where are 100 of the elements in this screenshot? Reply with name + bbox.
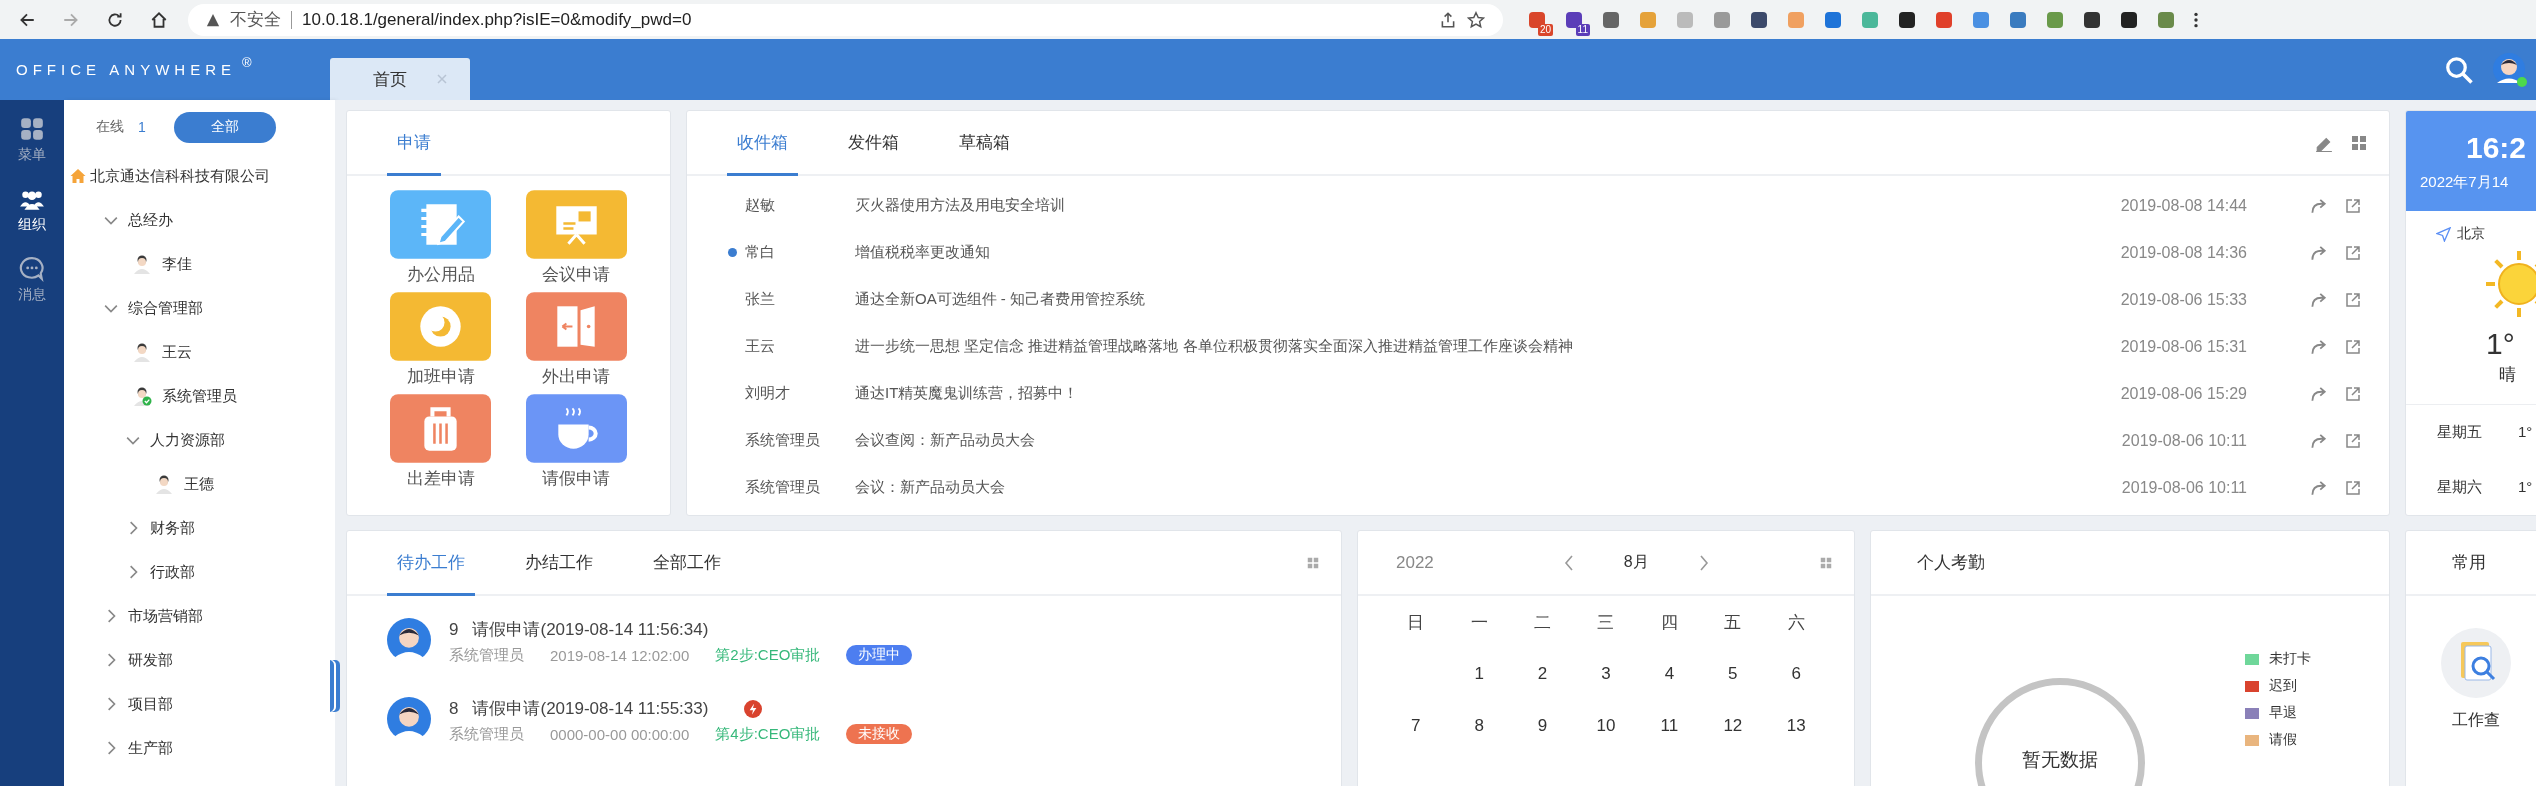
department-item[interactable]: 生产部 <box>128 738 173 758</box>
mail-time: 2019-08-06 15:31 <box>2120 337 2247 356</box>
empty-text: 暂无数据 <box>2022 748 2098 772</box>
external-link-icon[interactable] <box>2345 385 2361 402</box>
page-tab[interactable]: 首页 <box>330 58 470 100</box>
warning-icon <box>206 12 220 27</box>
shortcut-label[interactable]: 工作查 <box>2452 710 2500 731</box>
mail-sender: 系统管理员 <box>745 431 821 450</box>
external-link-icon[interactable] <box>2345 432 2361 449</box>
app-label[interactable]: 办公用品 <box>406 263 475 286</box>
nav-item[interactable]: 消息 <box>18 256 46 304</box>
app-label[interactable]: 会议申请 <box>542 263 611 286</box>
work-title[interactable]: 请假申请(2019-08-14 11:55:33) <box>472 697 709 720</box>
sidebar-toggle[interactable] <box>330 660 340 712</box>
company-item[interactable]: 北京通达信科科技有限公司 <box>90 166 270 186</box>
external-link-icon[interactable] <box>2345 197 2361 214</box>
calendar-day[interactable]: 2 <box>1510 648 1575 700</box>
person-item[interactable]: 系统管理员 <box>162 386 237 406</box>
next-icon[interactable] <box>1698 554 1709 571</box>
mail-subject[interactable]: 通达IT精英魔鬼训练营，招募中！ <box>855 384 2121 403</box>
reload-icon[interactable] <box>106 10 124 29</box>
nav-item[interactable]: 组织 <box>18 186 46 234</box>
person-item[interactable]: 李佳 <box>162 254 192 274</box>
grid-icon[interactable] <box>1820 556 1832 569</box>
all-button[interactable]: 全部 <box>173 111 276 143</box>
app-tile-icon[interactable] <box>390 394 492 463</box>
grid-icon[interactable] <box>2351 134 2367 151</box>
external-link-icon[interactable] <box>2345 291 2361 308</box>
external-link-icon[interactable] <box>2345 338 2361 355</box>
mail-tab[interactable]: 收件箱 <box>727 111 798 176</box>
extension-icon[interactable] <box>1749 9 1769 30</box>
extension-icon[interactable] <box>2119 9 2139 30</box>
app-tile-icon[interactable] <box>525 190 627 259</box>
calendar-day[interactable]: 9 <box>1510 700 1575 752</box>
mail-subject[interactable]: 灭火器使用方法及用电安全培训 <box>855 196 2121 215</box>
grid-icon[interactable] <box>1307 556 1319 569</box>
work-title[interactable]: 请假申请(2019-08-14 11:56:34) <box>472 618 709 641</box>
mail-subject[interactable]: 增值税税率更改通知 <box>855 243 2121 262</box>
calendar-day[interactable]: 12 <box>1701 700 1765 752</box>
star-icon[interactable] <box>1467 10 1485 29</box>
grid-icon <box>19 116 45 142</box>
calendar-day[interactable]: 3 <box>1574 648 1638 700</box>
work-tab[interactable]: 办结工作 <box>515 531 603 596</box>
department-item[interactable]: 研发部 <box>128 650 173 670</box>
app-tile-icon[interactable] <box>525 394 627 463</box>
work-user: 系统管理员 <box>449 645 524 665</box>
calendar-day[interactable]: 1 <box>1447 648 1511 700</box>
registered-mark: ® <box>242 55 252 70</box>
mail-subject[interactable]: 会议：新产品动员大会 <box>855 478 2122 497</box>
app-label[interactable]: 出差申请 <box>406 467 475 490</box>
department-item[interactable]: 市场营销部 <box>128 606 203 626</box>
online-label: 在线 <box>96 118 124 136</box>
app-label[interactable]: 外出申请 <box>542 365 611 388</box>
work-tab[interactable]: 待办工作 <box>387 531 475 596</box>
mail-tab[interactable]: 发件箱 <box>838 111 909 176</box>
card-tab[interactable]: 申请 <box>387 111 441 176</box>
calendar-day[interactable]: 13 <box>1764 700 1828 752</box>
home-icon[interactable] <box>150 10 168 29</box>
calendar-day[interactable]: 5 <box>1701 648 1765 700</box>
person-item[interactable]: 王云 <box>162 342 192 362</box>
calendar-day[interactable]: 6 <box>1764 648 1828 700</box>
external-link-icon[interactable] <box>2345 244 2361 261</box>
app-tile-icon[interactable] <box>525 292 627 361</box>
chat-icon <box>19 256 45 282</box>
previous-icon[interactable] <box>1563 554 1574 571</box>
department-item[interactable]: 综合管理部 <box>128 298 203 318</box>
app-tile-icon[interactable] <box>390 190 492 259</box>
department-item[interactable]: 人力资源部 <box>150 430 225 450</box>
calendar-day[interactable]: 11 <box>1637 700 1702 752</box>
app-tile-icon[interactable] <box>390 292 492 361</box>
calendar-day[interactable]: 8 <box>1447 700 1511 752</box>
work-tab[interactable]: 全部工作 <box>643 531 731 596</box>
mail-subject[interactable]: 进一步统一思想 坚定信念 推进精益管理战略落地 各单位积极贯彻落实全面深入推进精益管理工作座谈会精神 <box>855 337 2121 356</box>
user-avatar[interactable] <box>2492 51 2528 88</box>
app-label[interactable]: 加班申请 <box>406 365 475 388</box>
menu-icon[interactable] <box>2193 10 2199 29</box>
department-item[interactable]: 行政部 <box>150 562 195 582</box>
search-icon[interactable] <box>2444 54 2474 85</box>
mail-subject[interactable]: 会议查阅：新产品动员大会 <box>855 431 2122 450</box>
address-bar[interactable]: 不安全 10.0.18.1/general/index.php?isIE=0&modify_pwd=0 <box>188 3 1503 36</box>
mail-sender: 系统管理员 <box>745 478 821 497</box>
location-icon <box>2436 226 2451 242</box>
extension-icon[interactable] <box>1897 9 1917 30</box>
department-item[interactable]: 项目部 <box>128 694 173 714</box>
mail-time: 2019-08-06 10:11 <box>2121 431 2247 450</box>
department-item[interactable]: 总经办 <box>128 210 173 230</box>
mail-subject[interactable]: 通达全新OA可选组件 - 知己者费用管控系统 <box>855 290 2121 309</box>
department-item[interactable]: 财务部 <box>150 518 195 538</box>
legend-label: 未打卡 <box>2269 650 2311 668</box>
mail-tab[interactable]: 草稿箱 <box>949 111 1020 176</box>
share-icon[interactable] <box>1439 10 1457 29</box>
calendar-day[interactable]: 10 <box>1574 700 1638 752</box>
external-link-icon[interactable] <box>2345 479 2361 496</box>
calendar-day[interactable]: 7 <box>1384 700 1448 752</box>
person-item[interactable]: 王德 <box>184 474 214 494</box>
nav-item[interactable]: 菜单 <box>18 116 46 164</box>
calendar-day[interactable]: 4 <box>1637 648 1702 700</box>
app-label[interactable]: 请假申请 <box>542 467 611 490</box>
document-search-icon[interactable] <box>2441 628 2511 698</box>
extension-icon[interactable] <box>2082 9 2102 30</box>
